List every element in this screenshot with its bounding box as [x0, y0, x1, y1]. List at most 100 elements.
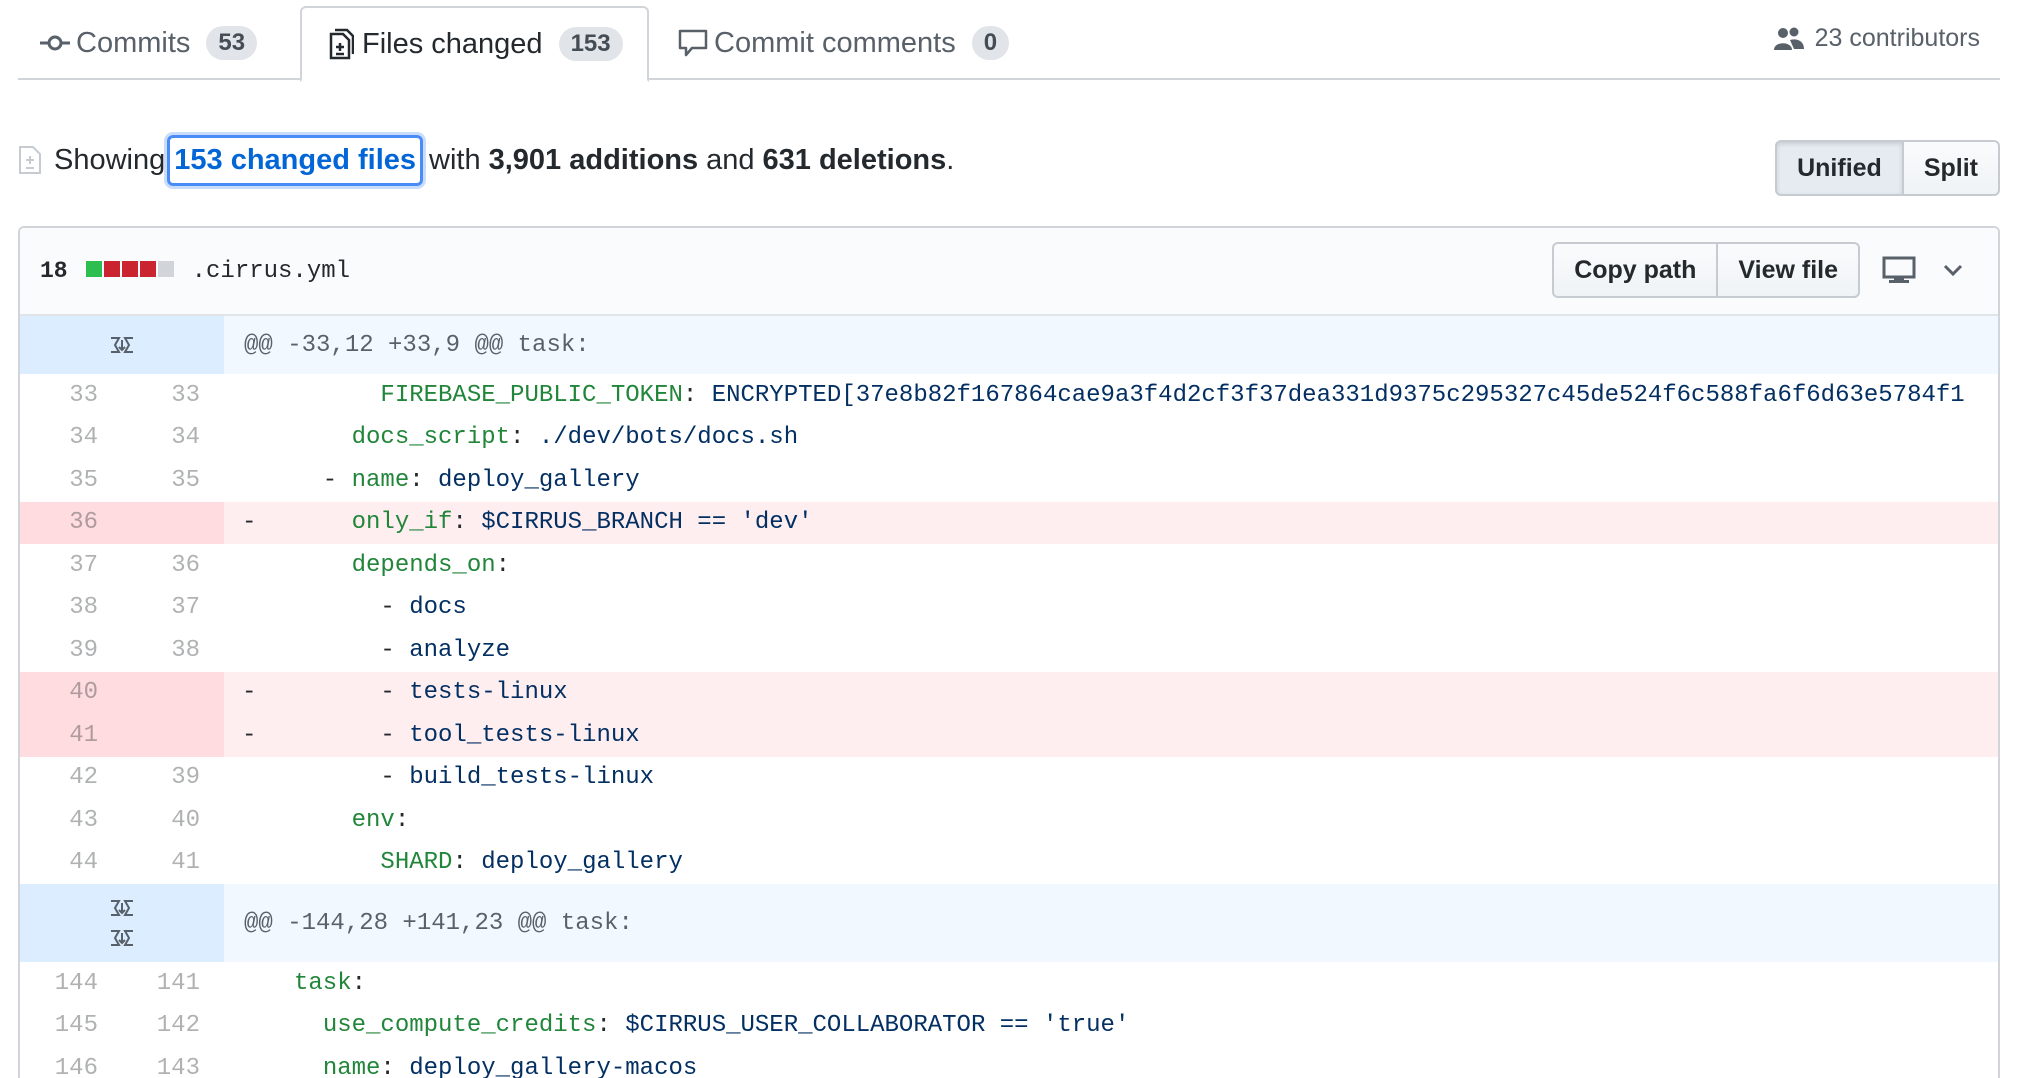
- diffstat-block-add: [85, 260, 102, 277]
- split-button[interactable]: Split: [1903, 140, 2000, 196]
- code-line: - - tests-linux: [224, 672, 1998, 715]
- file-name[interactable]: .cirrus.yml: [192, 258, 350, 285]
- old-line-number[interactable]: 35: [20, 459, 122, 502]
- new-line-number[interactable]: 36: [122, 544, 224, 587]
- diff-marker: [224, 552, 294, 579]
- code-line: name: deploy_gallery-macos: [224, 1047, 1998, 1078]
- new-line-number[interactable]: 141: [122, 962, 224, 1005]
- old-line-number[interactable]: 43: [20, 799, 122, 842]
- old-line-number[interactable]: 145: [20, 1005, 122, 1048]
- tab-files-changed[interactable]: Files changed 153: [300, 6, 649, 82]
- new-line-number[interactable]: 37: [122, 587, 224, 630]
- old-line-number[interactable]: 42: [20, 757, 122, 800]
- diff-marker: [224, 764, 294, 791]
- tab-files-label: Files changed: [362, 27, 543, 60]
- code-line: SHARD: deploy_gallery: [224, 842, 1998, 885]
- summary-with: with: [429, 143, 481, 176]
- yaml-value: ENCRYPTED[37e8b82f167864cae9a3f4d2cf3f37…: [711, 381, 1965, 409]
- code-line: - build_tests-linux: [224, 757, 1998, 800]
- comment-icon: [678, 28, 708, 58]
- old-line-number[interactable]: 44: [20, 842, 122, 885]
- tab-files-count: 153: [558, 27, 623, 61]
- expand-icon[interactable]: [102, 334, 142, 356]
- old-line-number[interactable]: 41: [20, 714, 122, 757]
- diff-marker: -: [242, 509, 257, 537]
- indent: -: [294, 679, 410, 707]
- new-line-number[interactable]: 35: [122, 459, 224, 502]
- copy-path-button[interactable]: Copy path: [1552, 242, 1719, 298]
- diff-marker: [224, 382, 294, 409]
- new-line-number[interactable]: 38: [122, 629, 224, 672]
- old-line-number[interactable]: 40: [20, 671, 122, 714]
- code-line: task:: [224, 962, 1998, 1005]
- context-line: 39 38 - analyze: [20, 629, 1998, 672]
- tab-comments-label: Commit comments: [714, 26, 956, 59]
- tab-commit-comments[interactable]: Commit comments 0: [678, 6, 1010, 80]
- yaml-value: deploy_gallery: [481, 849, 683, 877]
- context-line: 44 41 SHARD: deploy_gallery: [20, 842, 1998, 885]
- hunk-expander: [20, 884, 224, 962]
- yaml-separator: :: [596, 1012, 626, 1040]
- old-line-number[interactable]: 34: [20, 417, 122, 460]
- summary-period: .: [946, 143, 955, 176]
- tab-commits[interactable]: Commits 53: [40, 6, 258, 80]
- diff-marker: [224, 849, 294, 876]
- commit-compare-page: Commits 53 Files changed 153 Commit comm…: [0, 0, 2020, 1078]
- old-line-number[interactable]: 36: [20, 501, 122, 544]
- summary-and: and: [706, 143, 755, 176]
- new-line-number[interactable]: [122, 671, 224, 714]
- context-line: 35 35 - name: deploy_gallery: [20, 459, 1998, 502]
- hunk-expander: [20, 316, 224, 374]
- new-line-number[interactable]: [122, 714, 224, 757]
- yaml-separator: :: [409, 466, 439, 494]
- changed-files-link[interactable]: 153 changed files: [167, 134, 424, 186]
- indent: -: [294, 764, 410, 792]
- new-line-number[interactable]: 41: [122, 842, 224, 885]
- diff-marker: [224, 970, 294, 997]
- old-line-number[interactable]: 38: [20, 587, 122, 630]
- new-line-number[interactable]: 40: [122, 799, 224, 842]
- expand-down-icon[interactable]: [102, 927, 142, 949]
- context-line: 144 141 task:: [20, 962, 1998, 1005]
- yaml-key: name: [351, 466, 410, 494]
- old-line-number[interactable]: 146: [20, 1047, 122, 1078]
- diff-marker: [224, 1012, 294, 1039]
- old-line-number[interactable]: 144: [20, 962, 122, 1005]
- new-line-number[interactable]: [122, 501, 224, 544]
- expand-up-icon[interactable]: [102, 897, 142, 919]
- new-line-number[interactable]: 39: [122, 757, 224, 800]
- display-rich-diff-icon[interactable]: [1874, 245, 1924, 295]
- yaml-key: depends_on: [351, 551, 496, 579]
- new-line-number[interactable]: 143: [122, 1047, 224, 1078]
- old-line-number[interactable]: 33: [20, 374, 122, 417]
- code-line: docs_script: ./dev/bots/docs.sh: [224, 417, 1998, 460]
- view-file-button[interactable]: View file: [1718, 242, 1860, 298]
- unified-button[interactable]: Unified: [1775, 140, 1904, 196]
- context-line: 34 34 docs_script: ./dev/bots/docs.sh: [20, 417, 1998, 460]
- yaml-separator: :: [682, 381, 712, 409]
- file-actions: Copy path View file: [1552, 242, 1978, 298]
- new-line-number[interactable]: 142: [122, 1005, 224, 1048]
- context-line: 43 40 env:: [20, 799, 1998, 842]
- file-diff-icon: [326, 28, 356, 60]
- chevron-down-icon[interactable]: [1928, 245, 1978, 295]
- contributors-link[interactable]: 23 contributors: [1773, 24, 1980, 53]
- new-line-number[interactable]: 34: [122, 417, 224, 460]
- yaml-value: analyze: [409, 636, 511, 664]
- yaml-key: name: [322, 1054, 381, 1078]
- old-line-number[interactable]: 37: [20, 544, 122, 587]
- yaml-value: $CIRRUS_USER_COLLABORATOR == 'true': [625, 1012, 1130, 1040]
- yaml-separator: :: [452, 509, 482, 537]
- diff-marker: [224, 637, 294, 664]
- new-line-number[interactable]: 33: [122, 374, 224, 417]
- yaml-key: FIREBASE_PUBLIC_TOKEN: [380, 381, 683, 409]
- code-line: env:: [224, 799, 1998, 842]
- diff-marker: [224, 1055, 294, 1078]
- old-line-number[interactable]: 39: [20, 629, 122, 672]
- yaml-value: ./dev/bots/docs.sh: [538, 424, 799, 452]
- contributors-label: 23 contributors: [1814, 24, 1980, 52]
